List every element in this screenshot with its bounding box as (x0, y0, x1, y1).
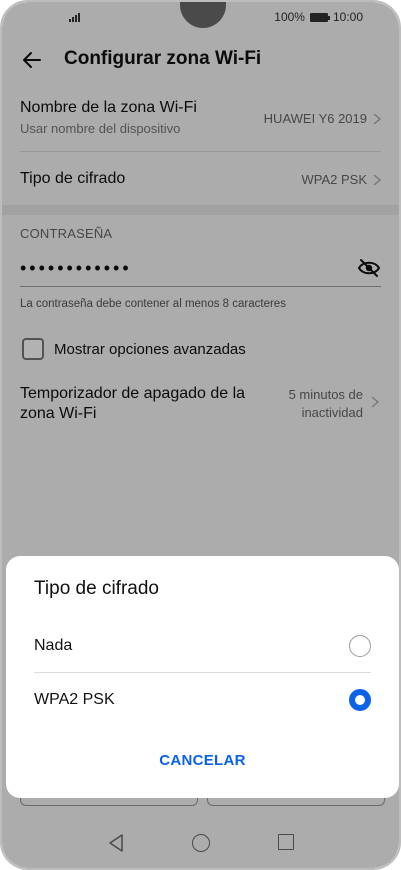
phone-frame: 100% 10:00 Configurar zona Wi-Fi Nombre … (0, 0, 401, 870)
option-wpa2-psk[interactable]: WPA2 PSK (34, 674, 371, 726)
option-none[interactable]: Nada (34, 620, 371, 672)
radio-unselected[interactable] (349, 635, 371, 657)
screen: 100% 10:00 Configurar zona Wi-Fi Nombre … (2, 2, 399, 868)
cancel-button[interactable]: CANCELAR (6, 752, 399, 769)
encryption-dialog: Tipo de cifrado Nada WPA2 PSK CANCELAR (6, 556, 399, 798)
dialog-title: Tipo de cifrado (34, 578, 159, 599)
radio-selected[interactable] (349, 689, 371, 711)
dialog-divider (34, 672, 371, 673)
option-label: WPA2 PSK (34, 691, 115, 708)
option-label: Nada (34, 637, 73, 654)
